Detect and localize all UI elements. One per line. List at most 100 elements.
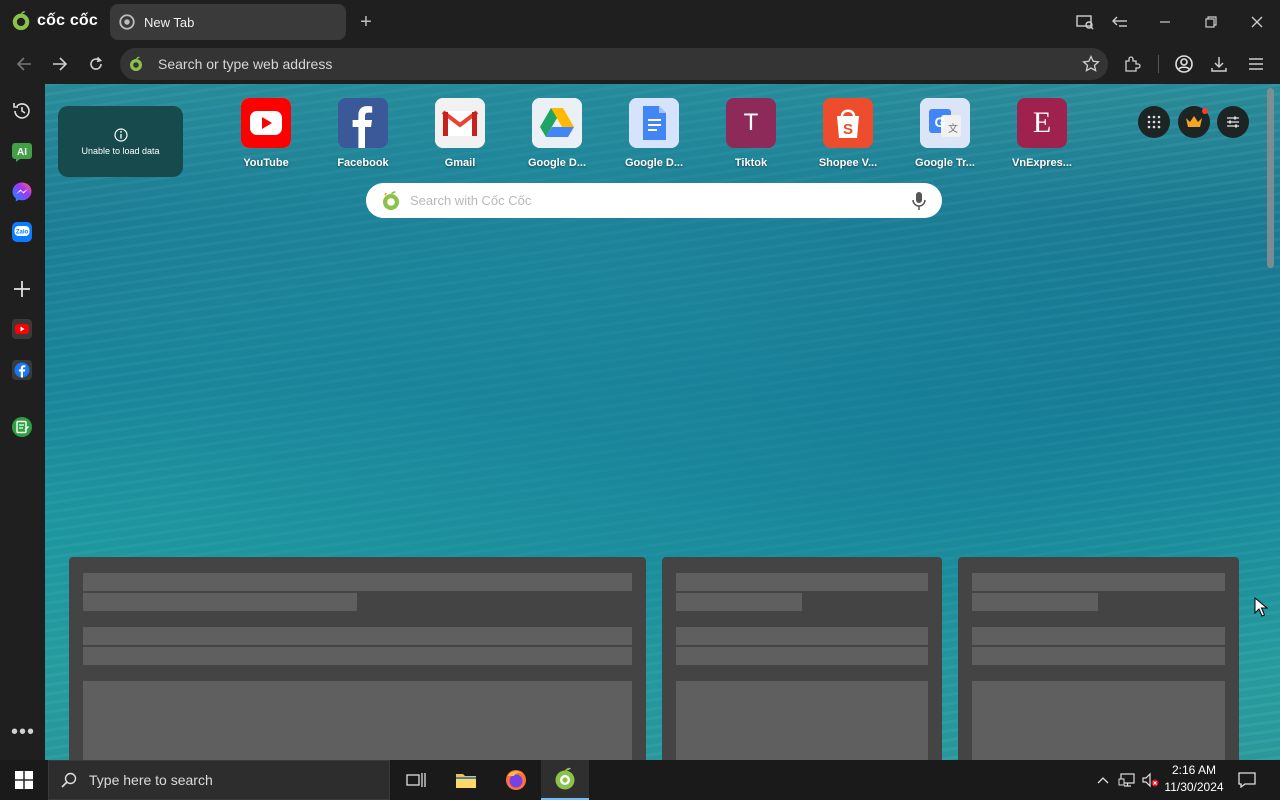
coccoc-logo-icon	[12, 11, 30, 31]
network-icon[interactable]	[1117, 770, 1137, 790]
zalo-icon[interactable]: Zalo	[11, 221, 33, 243]
address-bar[interactable]: Search or type web address	[120, 48, 1108, 80]
microphone-icon[interactable]	[910, 191, 928, 211]
more-options-dots-icon[interactable]: •••	[11, 722, 34, 743]
download-icon[interactable]	[1208, 53, 1230, 75]
new-tab-plus-icon[interactable]: +	[356, 12, 376, 32]
shortcut-google-drive[interactable]: Google D...	[515, 98, 599, 169]
skeleton-line	[972, 593, 1098, 611]
extensions-puzzle-icon[interactable]	[1121, 53, 1143, 75]
shortcut-gmail[interactable]: Gmail	[418, 98, 502, 169]
taskbar-search-box[interactable]	[48, 760, 390, 800]
search-icon	[61, 772, 77, 788]
system-clock[interactable]: 2:16 AM 11/30/2024	[1158, 762, 1230, 796]
chevron-up-icon[interactable]	[1093, 770, 1113, 790]
customize-button[interactable]	[1217, 106, 1249, 138]
taskbar-search-input[interactable]	[87, 771, 371, 789]
restore-icon[interactable]	[1201, 12, 1221, 32]
widget-error-box: Unable to load data	[58, 106, 183, 177]
shortcut-label: VnExpres...	[1012, 157, 1072, 169]
clock-date: 11/30/2024	[1164, 780, 1224, 794]
svg-text:Zalo: Zalo	[16, 230, 29, 236]
volume-muted-icon[interactable]	[1140, 770, 1160, 790]
navigation-toolbar: Search or type web address	[0, 44, 1280, 84]
skeleton-line	[676, 647, 928, 665]
browser-sidebar: AI Zalo •••	[0, 84, 45, 760]
file-explorer-button[interactable]	[442, 760, 490, 800]
coccoc-search-icon	[130, 56, 142, 71]
shortcut-google-docs[interactable]: Google D...	[612, 98, 696, 169]
shortcut-shopee[interactable]: S Shopee V...	[806, 98, 890, 169]
shortcut-facebook[interactable]: Facebook	[321, 98, 405, 169]
youtube-icon	[241, 98, 291, 148]
premium-crown-button[interactable]	[1178, 106, 1210, 138]
coccoc-taskbar-button[interactable]	[541, 760, 589, 800]
coccoc-app-icon	[555, 767, 575, 790]
ai-chat-icon[interactable]: AI	[11, 141, 33, 163]
close-icon[interactable]	[1247, 12, 1267, 32]
firefox-button[interactable]	[492, 760, 540, 800]
windows-logo-icon	[15, 771, 33, 789]
facebook-sidebar-icon[interactable]	[11, 359, 33, 381]
coccoc-search-box[interactable]	[366, 183, 942, 218]
youtube-sidebar-icon[interactable]	[11, 318, 33, 340]
shortcut-label: Google Tr...	[915, 157, 975, 169]
svg-text:文: 文	[948, 122, 958, 135]
shortcut-tiktok[interactable]: T Tiktok	[709, 98, 793, 169]
settings-sliders-icon	[1227, 116, 1239, 128]
shortcut-label: Shopee V...	[818, 157, 878, 169]
title-bar: cốc cốc New Tab +	[0, 0, 1280, 44]
shortcut-youtube[interactable]: YouTube	[224, 98, 308, 169]
shortcut-google-translate[interactable]: G文 Google Tr...	[903, 98, 987, 169]
history-clock-icon[interactable]	[11, 100, 33, 122]
google-drive-icon	[532, 98, 582, 148]
skeleton-line	[83, 647, 632, 665]
forward-arrow-icon[interactable]	[49, 53, 71, 75]
brand-name: cốc cốc	[37, 12, 98, 29]
profile-avatar-icon[interactable]	[1173, 53, 1195, 75]
hamburger-menu-icon[interactable]	[1245, 53, 1267, 75]
add-sidebar-app-plus-icon[interactable]	[11, 278, 33, 300]
shortcut-label: Facebook	[337, 157, 389, 169]
skeleton-line	[676, 593, 802, 611]
svg-text:G: G	[935, 114, 946, 130]
notification-dot	[1202, 108, 1208, 114]
crown-icon	[1186, 116, 1202, 127]
error-message: Unable to load data	[81, 145, 160, 156]
folder-icon	[456, 774, 476, 788]
google-translate-icon: G文	[920, 98, 970, 148]
reload-icon[interactable]	[85, 53, 107, 75]
clock-time: 2:16 AM	[1171, 763, 1217, 777]
minimize-icon[interactable]	[1155, 12, 1175, 32]
browser-brand[interactable]: cốc cốc	[10, 9, 98, 33]
skeleton-line	[83, 573, 632, 591]
skeleton-block	[676, 681, 928, 760]
notes-sidebar-icon[interactable]	[11, 416, 33, 438]
shortcut-label: Gmail	[444, 157, 476, 169]
bookmark-star-icon[interactable]	[1082, 55, 1100, 73]
messenger-icon[interactable]	[11, 181, 33, 203]
windows-taskbar: 2:16 AM 11/30/2024	[0, 760, 1280, 800]
newtab-search-input[interactable]	[408, 192, 872, 209]
coccoc-logo-icon	[383, 190, 399, 210]
apps-grid-button[interactable]	[1138, 106, 1170, 138]
notification-center-icon[interactable]	[1237, 770, 1257, 790]
skeleton-line	[83, 627, 632, 645]
screen-capture-icon[interactable]	[1075, 12, 1095, 32]
page-scrollbar[interactable]	[1267, 88, 1274, 268]
tab-search-icon[interactable]	[1110, 12, 1130, 32]
tab-new-tab[interactable]: New Tab	[110, 4, 346, 40]
tab-title: New Tab	[144, 14, 195, 30]
shortcut-label: YouTube	[243, 157, 289, 169]
skeleton-line	[972, 647, 1225, 665]
tile-letter: T	[743, 109, 759, 136]
news-card-skeleton	[69, 557, 646, 760]
apps-grid-icon	[1147, 115, 1161, 129]
windows-start-button[interactable]	[0, 760, 48, 800]
shortcut-vnexpress[interactable]: E VnExpres...	[1000, 98, 1084, 169]
firefox-icon	[506, 770, 526, 790]
skeleton-line	[83, 593, 357, 611]
back-arrow-icon[interactable]	[13, 53, 35, 75]
task-view-button[interactable]	[392, 760, 440, 800]
skeleton-block	[972, 681, 1225, 760]
